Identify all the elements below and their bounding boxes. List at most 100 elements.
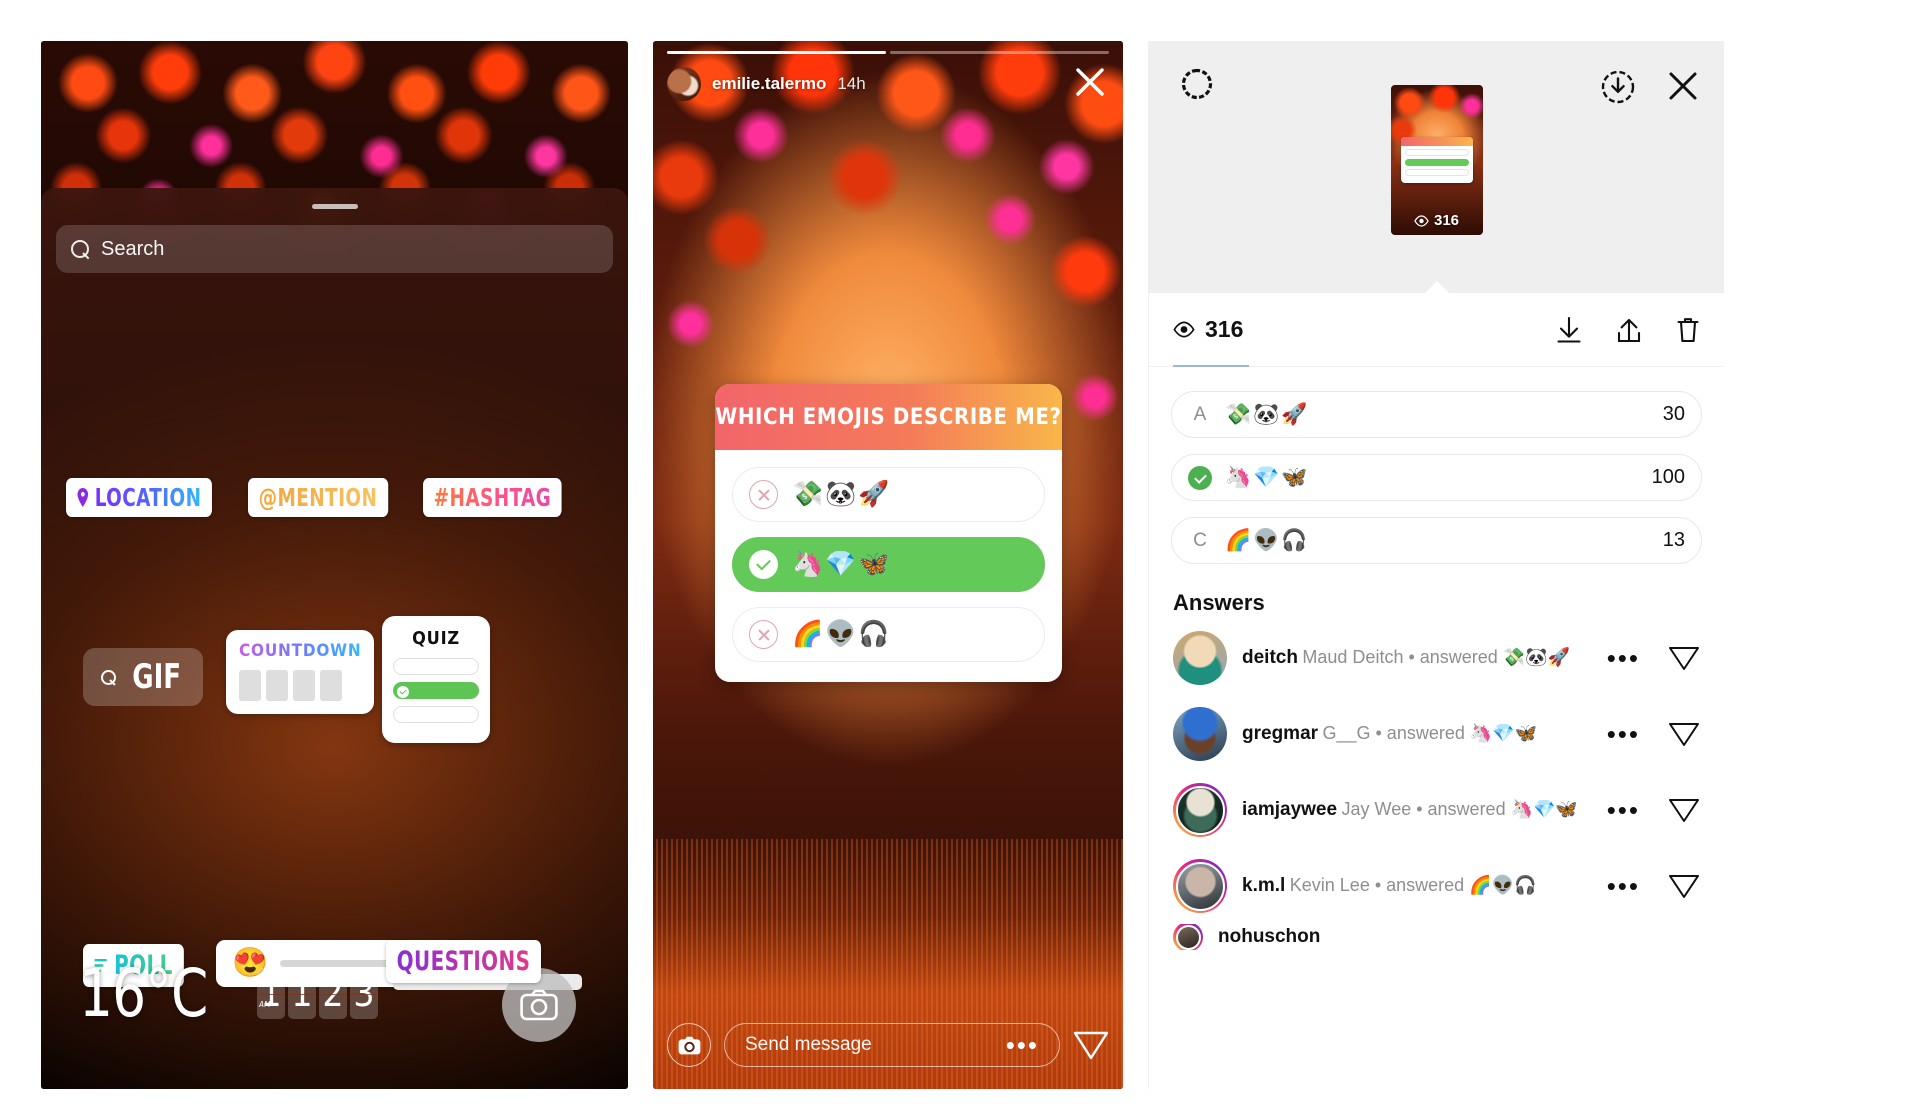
quiz-result-emoji: 🦄💎🦋 — [1225, 466, 1310, 489]
quiz-option-a-emoji: 💸🐼🚀 — [792, 480, 892, 508]
send-message-placeholder: Send message — [745, 1034, 872, 1055]
quiz-result-count: 100 — [1651, 466, 1685, 488]
views-stat[interactable]: 316 — [1173, 316, 1243, 343]
answer-row[interactable]: k.m.l Kevin Lee • answered 🌈👽🎧 ••• — [1149, 848, 1724, 924]
answer-username[interactable]: k.m.l — [1242, 875, 1285, 896]
footer-camera-button[interactable] — [667, 1023, 711, 1067]
close-icon — [1076, 68, 1104, 96]
quiz-result-letter: C — [1193, 529, 1207, 551]
sticker-countdown-label: COUNTDOWN — [239, 641, 362, 661]
story-viewer-panel: emilie.talermo 14h WHICH EMOJIS DESCRIBE… — [653, 41, 1123, 1089]
quiz-result-count: 13 — [1662, 529, 1685, 551]
answer-row[interactable]: deitch Maud Deitch • answered 💸🐼🚀 ••• — [1149, 620, 1724, 696]
quiz-result-emoji: 🌈👽🎧 — [1225, 529, 1310, 552]
sticker-questions-label: QUESTIONS — [396, 946, 531, 977]
check-circle-icon — [749, 550, 778, 579]
answer-username[interactable]: nohuschon — [1218, 926, 1320, 947]
sticker-hashtag-label: #HASHTAG — [433, 483, 552, 512]
clock-digit: 3 — [350, 968, 378, 1019]
avatar[interactable] — [667, 67, 701, 101]
check-circle-icon — [1188, 465, 1212, 490]
answer-username[interactable]: iamjaywee — [1242, 799, 1337, 820]
story-insights-panel: 316 316 A 💸🐼🚀 30 🦄💎🦋 100 C 🌈👽🎧 13 Answer… — [1148, 41, 1724, 1089]
story-timestamp: 14h — [837, 74, 866, 93]
clock-digit: 2 — [319, 968, 347, 1019]
sticker-clock[interactable]: AM 1 1 2 3 — [257, 968, 378, 1019]
quiz-result-emoji: 💸🐼🚀 — [1225, 403, 1310, 426]
sticker-weather[interactable]: 16°C — [79, 961, 208, 1027]
avatar[interactable] — [1173, 783, 1227, 837]
eye-icon — [1414, 214, 1429, 227]
sticker-row-1: LOCATION @MENTION #HASHTAG — [66, 478, 603, 517]
x-circle-icon — [749, 620, 778, 649]
camera-icon — [678, 1036, 700, 1054]
send-paper-plane-icon[interactable] — [1668, 795, 1700, 825]
trash-icon[interactable] — [1676, 316, 1700, 344]
send-paper-plane-icon[interactable] — [1668, 871, 1700, 901]
sticker-quiz-label: QUIZ — [412, 628, 460, 649]
search-icon — [71, 239, 90, 259]
download-circle-icon[interactable] — [1600, 69, 1636, 105]
answer-row[interactable]: gregmar G__G • answered 🦄💎🦋 ••• — [1149, 696, 1724, 772]
avatar[interactable] — [1173, 631, 1227, 685]
search-input[interactable]: Search — [56, 225, 613, 273]
avatar[interactable] — [1173, 924, 1203, 950]
gear-icon[interactable] — [1179, 66, 1215, 102]
progress-bar — [890, 51, 1109, 54]
emoji-slider-track[interactable] — [280, 960, 399, 967]
search-placeholder: Search — [101, 237, 165, 260]
sticker-gif[interactable]: GIF — [83, 648, 204, 706]
quiz-option-a[interactable]: 💸🐼🚀 — [732, 467, 1045, 522]
countdown-digit-boxes — [239, 670, 361, 701]
sheet-grabber[interactable] — [311, 204, 358, 209]
send-paper-plane-icon[interactable] — [1073, 1028, 1109, 1062]
send-message-input[interactable]: Send message ••• — [724, 1023, 1060, 1067]
insights-stats-bar: 316 — [1149, 293, 1724, 367]
sticker-hashtag[interactable]: #HASHTAG — [422, 478, 562, 517]
clock-digit: AM 1 — [257, 968, 285, 1019]
clock-digit: 1 — [288, 968, 316, 1019]
sticker-gif-label: GIF — [132, 657, 182, 697]
sticker-location-label: LOCATION — [94, 483, 202, 512]
sticker-mention[interactable]: @MENTION — [248, 478, 389, 517]
sticker-mention-label: @MENTION — [258, 483, 378, 512]
quiz-option-b-emoji: 🦄💎🦋 — [792, 550, 892, 578]
close-button[interactable] — [1073, 65, 1107, 99]
answer-row[interactable]: nohuschon — [1149, 924, 1724, 950]
answers-heading: Answers — [1173, 590, 1265, 615]
quiz-results-list: A 💸🐼🚀 30 🦄💎🦋 100 C 🌈👽🎧 13 — [1149, 367, 1724, 564]
quiz-option-b[interactable]: 🦄💎🦋 — [732, 537, 1045, 592]
thumbnail-quiz-row — [1404, 149, 1469, 156]
screenshot-root: Search LOCATION @MENTION #HASHTAG GIF CO… — [0, 0, 1920, 1114]
story-progress-bars — [667, 51, 1109, 54]
sticker-location[interactable]: LOCATION — [66, 478, 213, 517]
answer-row[interactable]: iamjaywee Jay Wee • answered 🦄💎🦋 ••• — [1149, 772, 1724, 848]
answer-subtitle: Maud Deitch • answered 💸🐼🚀 — [1302, 647, 1571, 668]
send-paper-plane-icon[interactable] — [1668, 719, 1700, 749]
close-icon[interactable] — [1666, 69, 1700, 103]
download-icon[interactable] — [1556, 316, 1582, 344]
insights-header: 316 — [1149, 41, 1724, 294]
quiz-header: WHICH EMOJIS DESCRIBE ME? — [715, 384, 1062, 450]
search-icon — [101, 669, 116, 685]
avatar[interactable] — [1173, 859, 1227, 913]
quiz-result-a[interactable]: A 💸🐼🚀 30 — [1171, 391, 1702, 438]
sticker-countdown[interactable]: COUNTDOWN — [226, 630, 375, 714]
story-quiz-sticker: WHICH EMOJIS DESCRIBE ME? 💸🐼🚀 🦄💎🦋 🌈👽🎧 — [715, 384, 1062, 682]
share-icon[interactable] — [1616, 316, 1642, 344]
answer-username[interactable]: gregmar — [1242, 723, 1318, 744]
story-header: emilie.talermo 14h — [667, 67, 1109, 101]
answer-subtitle: Kevin Lee • answered 🌈👽🎧 — [1289, 875, 1537, 896]
send-paper-plane-icon[interactable] — [1668, 643, 1700, 673]
avatar[interactable] — [1173, 707, 1227, 761]
thumbnail-quiz-row — [1404, 169, 1469, 176]
thumbnail-quiz-preview — [1400, 137, 1473, 183]
story-thumbnail[interactable]: 316 — [1390, 85, 1483, 235]
answer-username[interactable]: deitch — [1242, 647, 1298, 668]
clock-meridiem: AM — [259, 1000, 271, 1009]
quiz-option-c[interactable]: 🌈👽🎧 — [732, 607, 1045, 662]
sticker-quiz[interactable]: QUIZ — [382, 616, 490, 743]
quiz-result-b[interactable]: 🦄💎🦋 100 — [1171, 454, 1702, 501]
quiz-result-c[interactable]: C 🌈👽🎧 13 — [1171, 517, 1702, 564]
story-username[interactable]: emilie.talermo — [712, 74, 826, 94]
